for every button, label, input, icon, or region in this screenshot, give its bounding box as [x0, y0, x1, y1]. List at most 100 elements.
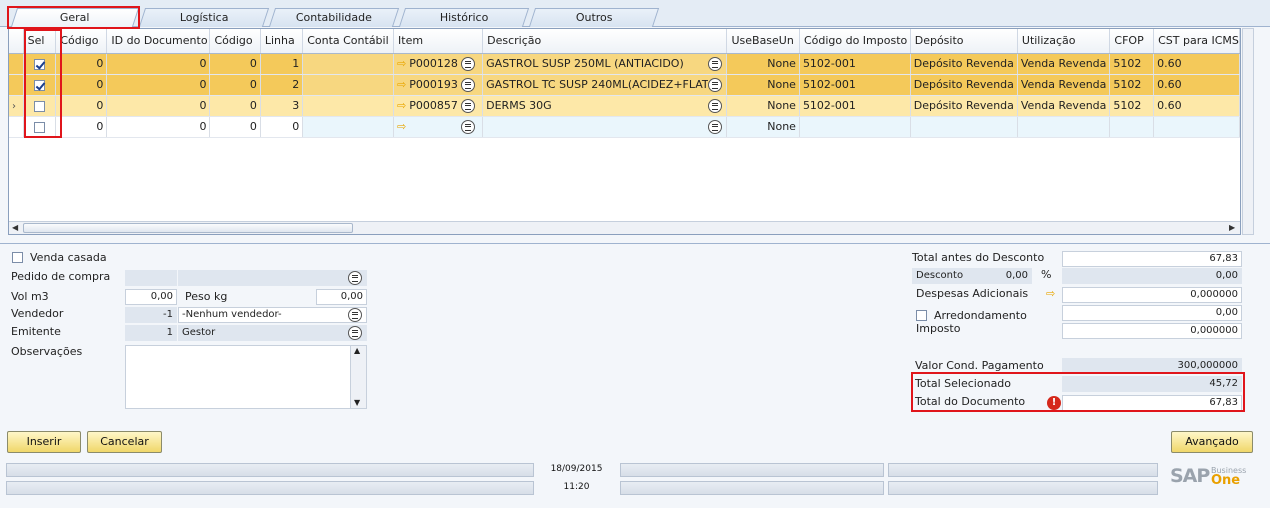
cell-utilizacao[interactable]: Venda Revenda	[1017, 95, 1111, 117]
cell-descricao[interactable]: GASTROL TC SUSP 240ML(ACIDEZ+FLATUL.	[482, 74, 728, 96]
cell-codigo[interactable]: 0	[55, 95, 108, 117]
col-codigo-2[interactable]: Código	[209, 29, 261, 54]
link-arrow-icon[interactable]: ⇨	[397, 120, 406, 133]
sel-cell[interactable]	[23, 74, 57, 96]
cell-linha[interactable]: 1	[260, 53, 304, 75]
cell-codigo-imposto[interactable]	[799, 116, 911, 138]
choose-list-icon[interactable]	[708, 119, 723, 134]
sel-cell[interactable]	[23, 116, 57, 138]
panel-splitter[interactable]	[0, 243, 1270, 244]
cell-usebaseun[interactable]: None	[726, 95, 800, 117]
cell-cst[interactable]: 0.60	[1153, 53, 1240, 75]
link-arrow-icon[interactable]: ⇨	[397, 99, 406, 112]
cell-codigo[interactable]: 0	[55, 74, 108, 96]
cell-deposito[interactable]: Depósito Revenda	[910, 74, 1018, 96]
cell-deposito[interactable]: Depósito Revenda	[910, 95, 1018, 117]
avancado-button[interactable]: Avançado	[1171, 431, 1253, 453]
cell-cfop[interactable]: 5102	[1109, 53, 1155, 75]
col-utilizacao[interactable]: Utilização	[1017, 29, 1111, 54]
tab-outros[interactable]: Outros	[528, 8, 660, 27]
table-row[interactable]: 0 0 0 0 ⇨ None	[9, 116, 1240, 138]
cell-item[interactable]: ⇨ P000857	[393, 95, 484, 117]
cell-codigo-2[interactable]: 0	[209, 74, 261, 96]
cell-codigo-2[interactable]: 0	[209, 116, 261, 138]
sel-cell[interactable]	[23, 53, 57, 75]
col-codigo[interactable]: Código	[55, 29, 108, 54]
cell-usebaseun[interactable]: None	[726, 74, 800, 96]
grid-vertical-scrollbar[interactable]	[1242, 28, 1254, 235]
cell-item[interactable]: ⇨ P000193	[393, 74, 484, 96]
cell-conta-contabil[interactable]	[302, 53, 395, 75]
cell-cst[interactable]: 0.60	[1153, 74, 1240, 96]
cell-cfop[interactable]	[1109, 116, 1155, 138]
cell-conta-contabil[interactable]	[302, 116, 395, 138]
cell-id-documento[interactable]: 0	[106, 74, 211, 96]
cell-codigo-2[interactable]: 0	[209, 53, 261, 75]
cell-codigo-imposto[interactable]: 5102-001	[799, 74, 911, 96]
col-conta-contabil[interactable]: Conta Contábil	[302, 29, 395, 54]
col-cfop[interactable]: CFOP	[1109, 29, 1155, 54]
col-usebaseun[interactable]: UseBaseUn	[726, 29, 800, 54]
tab-logistica[interactable]: Logística	[138, 8, 270, 27]
cell-id-documento[interactable]: 0	[106, 53, 211, 75]
cell-utilizacao[interactable]: Venda Revenda	[1017, 53, 1111, 75]
scroll-right-icon[interactable]: ▶	[1229, 222, 1235, 234]
despesas-adicionais-field[interactable]: 0,000000	[1062, 287, 1242, 303]
tab-geral[interactable]: Geral	[10, 8, 140, 27]
arredondamento-field[interactable]: 0,00	[1062, 305, 1242, 321]
cell-cst[interactable]: 0.60	[1153, 95, 1240, 117]
cancelar-button[interactable]: Cancelar	[87, 431, 162, 453]
scroll-up-icon[interactable]: ▲	[354, 346, 360, 355]
emitente-field[interactable]: Gestor	[178, 325, 367, 341]
scroll-left-icon[interactable]: ◀	[12, 222, 18, 234]
cell-codigo-imposto[interactable]: 5102-001	[799, 95, 911, 117]
tab-historico[interactable]: Histórico	[398, 8, 530, 27]
cell-linha[interactable]: 0	[260, 116, 304, 138]
link-arrow-icon[interactable]: ⇨	[397, 78, 406, 91]
cell-descricao[interactable]	[482, 116, 728, 138]
cell-linha[interactable]: 3	[260, 95, 304, 117]
cell-usebaseun[interactable]: None	[726, 53, 800, 75]
observacoes-textarea[interactable]: ▲ ▼	[125, 345, 367, 409]
cell-utilizacao[interactable]: Venda Revenda	[1017, 74, 1111, 96]
choose-list-icon[interactable]	[708, 56, 723, 71]
col-item[interactable]: Item	[393, 29, 484, 54]
cell-cfop[interactable]: 5102	[1109, 74, 1155, 96]
sel-checkbox[interactable]	[33, 58, 45, 70]
col-cst-icms[interactable]: CST para ICMS	[1153, 29, 1240, 54]
desconto-pct-field[interactable]: 0,00	[972, 268, 1032, 284]
link-arrow-icon[interactable]: ⇨	[1046, 287, 1055, 300]
cell-codigo-imposto[interactable]: 5102-001	[799, 53, 911, 75]
choose-list-icon[interactable]	[348, 271, 362, 285]
choose-list-icon[interactable]	[461, 56, 476, 71]
vendedor-field[interactable]: -Nenhum vendedor-	[178, 307, 367, 323]
choose-list-icon[interactable]	[348, 326, 362, 340]
choose-list-icon[interactable]	[348, 308, 362, 322]
cell-item[interactable]: ⇨ P000128	[393, 53, 484, 75]
cell-utilizacao[interactable]	[1017, 116, 1111, 138]
inserir-button[interactable]: Inserir	[7, 431, 81, 453]
cell-id-documento[interactable]: 0	[106, 116, 211, 138]
venda-casada-checkbox[interactable]	[12, 252, 23, 263]
cell-codigo[interactable]: 0	[55, 116, 108, 138]
observacoes-scrollbar[interactable]: ▲ ▼	[350, 346, 366, 408]
col-linha[interactable]: Linha	[260, 29, 304, 54]
cell-deposito[interactable]	[910, 116, 1018, 138]
peso-kg-field[interactable]: 0,00	[316, 289, 367, 305]
col-sel[interactable]: Sel	[23, 29, 57, 54]
table-row[interactable]: 0 0 0 1 ⇨ P000128 GASTROL SUSP 250ML (ANT…	[9, 53, 1240, 75]
link-arrow-icon[interactable]: ⇨	[397, 57, 406, 70]
col-deposito[interactable]: Depósito	[910, 29, 1018, 54]
cell-deposito[interactable]: Depósito Revenda	[910, 53, 1018, 75]
cell-linha[interactable]: 2	[260, 74, 304, 96]
cell-codigo[interactable]: 0	[55, 53, 108, 75]
table-row[interactable]: › 0 0 0 3 ⇨ P000857 DERMS 30G None 5102-0…	[9, 95, 1240, 117]
choose-list-icon[interactable]	[708, 77, 723, 92]
choose-list-icon[interactable]	[461, 98, 476, 113]
cell-conta-contabil[interactable]	[302, 74, 395, 96]
choose-list-icon[interactable]	[708, 98, 723, 113]
col-id-documento[interactable]: ID do Documento	[106, 29, 211, 54]
sel-checkbox[interactable]	[33, 79, 45, 91]
arredondamento-checkbox[interactable]	[916, 310, 927, 321]
cell-descricao[interactable]: DERMS 30G	[482, 95, 728, 117]
